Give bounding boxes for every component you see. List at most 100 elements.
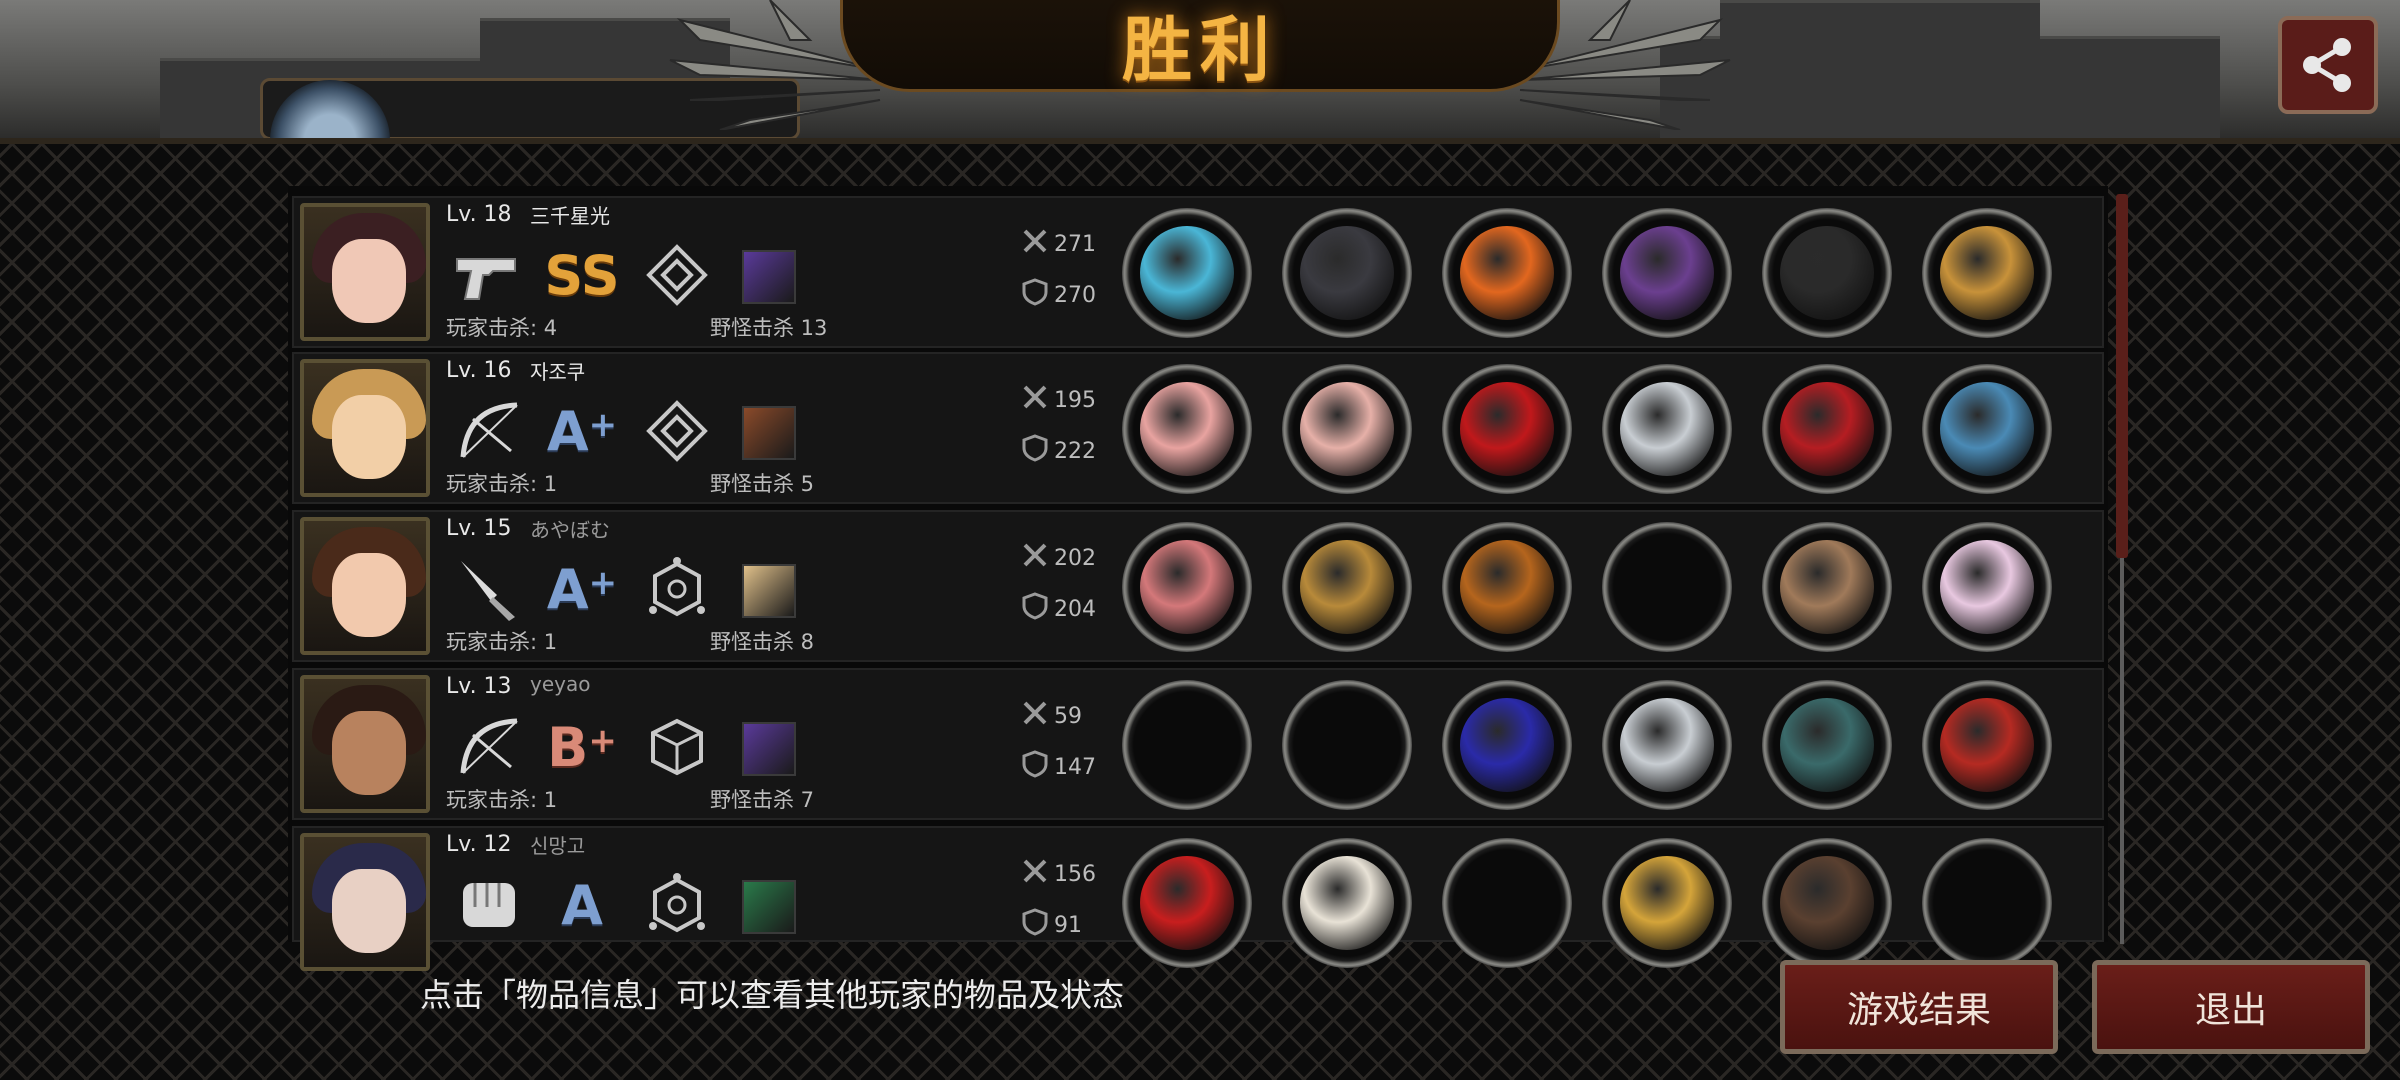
pistol-icon [452,240,526,310]
item-slot[interactable] [1282,364,1412,494]
item-icon [1460,698,1554,792]
item-icon [1140,540,1234,634]
skill-icon[interactable] [742,564,796,618]
defense-stat: 270 [1022,278,1096,312]
building [1660,36,2220,140]
attack-stat: 59 [1022,700,1082,732]
avatar-face [332,239,406,323]
item-slot[interactable] [1282,522,1412,652]
item-slot[interactable] [1122,208,1252,338]
player-avatar [300,203,430,341]
item-icon [1940,698,2034,792]
victory-title: 胜利 [1122,9,1278,91]
item-icon [1620,698,1714,792]
player-row[interactable]: Lv. 13 yeyao B + 玩家击杀: 1 野怪击杀 7 59 147 [292,668,2104,820]
defense-value: 204 [1054,596,1096,622]
item-icon [1300,856,1394,950]
item-icon [1460,226,1554,320]
share-icon [2303,38,2351,92]
grade-badge: B + [542,712,622,782]
item-icon [1620,226,1714,320]
item-slot[interactable] [1762,208,1892,338]
grade-letter: A [546,557,589,621]
shield-icon [1022,278,1048,312]
item-slot[interactable] [1122,522,1252,652]
item-slot[interactable] [1442,364,1572,494]
defense-value: 270 [1054,282,1096,308]
skill-icon[interactable] [742,880,796,934]
item-slot[interactable] [1122,364,1252,494]
player-row[interactable]: Lv. 18 三千星光 SS 玩家击杀: 4 野怪击杀 13 271 270 [292,196,2104,348]
item-slot[interactable] [1602,364,1732,494]
item-icon [1780,540,1874,634]
attack-value: 271 [1054,231,1096,257]
scrollbar-thumb[interactable] [2116,194,2128,558]
defense-stat: 204 [1022,592,1096,626]
item-slot[interactable] [1442,522,1572,652]
attack-value: 59 [1054,703,1082,729]
shield-icon [1022,908,1048,942]
player-kills: 玩家击杀: 1 [446,472,558,496]
player-level: Lv. 15 [446,516,512,541]
grade-letter: A [546,399,589,463]
shield-icon [1022,750,1048,784]
skill-icon[interactable] [742,722,796,776]
item-slot[interactable] [1762,680,1892,810]
shield-icon [1022,434,1048,468]
avatar-face [332,395,406,479]
defense-value: 147 [1054,754,1096,780]
player-name: 자조쿠 [530,360,586,384]
attack-stat: 271 [1022,228,1096,260]
player-name: 신망고 [530,834,586,858]
diamond-rank-icon [640,396,714,466]
knife-icon [452,554,526,624]
skill-icon[interactable] [742,406,796,460]
share-button[interactable] [2278,16,2378,114]
player-level: Lv. 16 [446,358,512,383]
item-slot[interactable] [1762,522,1892,652]
avatar-face [332,869,406,953]
player-row[interactable]: Lv. 15 あやぼむ A + 玩家击杀: 1 野怪击杀 8 202 204 [292,510,2104,662]
item-slot[interactable] [1602,208,1732,338]
sword-icon [1022,858,1048,890]
avatar-face [332,711,406,795]
item-slot[interactable] [1442,208,1572,338]
player-level: Lv. 18 [446,202,512,227]
sword-icon [1022,384,1048,416]
player-avatar [300,517,430,655]
item-slot[interactable] [1762,364,1892,494]
item-slot[interactable] [1282,680,1412,810]
player-row[interactable]: Lv. 12 신망고 A 156 91 [292,826,2104,971]
player-level: Lv. 12 [446,832,512,857]
item-icon [1780,382,1874,476]
item-icon [1940,540,2034,634]
defense-stat: 91 [1022,908,1082,942]
item-slot[interactable] [1922,208,2052,338]
item-slot[interactable] [1122,680,1252,810]
exit-button[interactable]: 退出 [2092,960,2370,1054]
item-slot[interactable] [1922,364,2052,494]
player-avatar [300,359,430,497]
item-slot[interactable] [1922,680,2052,810]
item-slot[interactable] [1602,522,1732,652]
player-kills: 玩家击杀: 1 [446,630,558,654]
skill-icon[interactable] [742,250,796,304]
player-kills: 玩家击杀: 1 [446,788,558,812]
game-result-button[interactable]: 游戏结果 [1780,960,2058,1054]
fist-icon [452,870,526,940]
attack-stat: 195 [1022,384,1096,416]
item-icon [1620,856,1714,950]
item-slot[interactable] [1442,680,1572,810]
item-icon [1780,698,1874,792]
sword-icon [1022,542,1048,574]
item-icon [1300,226,1394,320]
player-row[interactable]: Lv. 16 자조쿠 A + 玩家击杀: 1 野怪击杀 5 195 222 [292,352,2104,504]
monster-kills: 野怪击杀 5 [710,472,815,496]
item-slot[interactable] [1282,208,1412,338]
item-slot[interactable] [1922,522,2052,652]
hexagon-rank-icon [640,554,714,624]
item-slot[interactable] [1602,680,1732,810]
item-icon [1940,226,2034,320]
monster-kills: 野怪击杀 7 [710,788,815,812]
hint-text: 点击「物品信息」可以查看其他玩家的物品及状态 [420,976,1125,1014]
